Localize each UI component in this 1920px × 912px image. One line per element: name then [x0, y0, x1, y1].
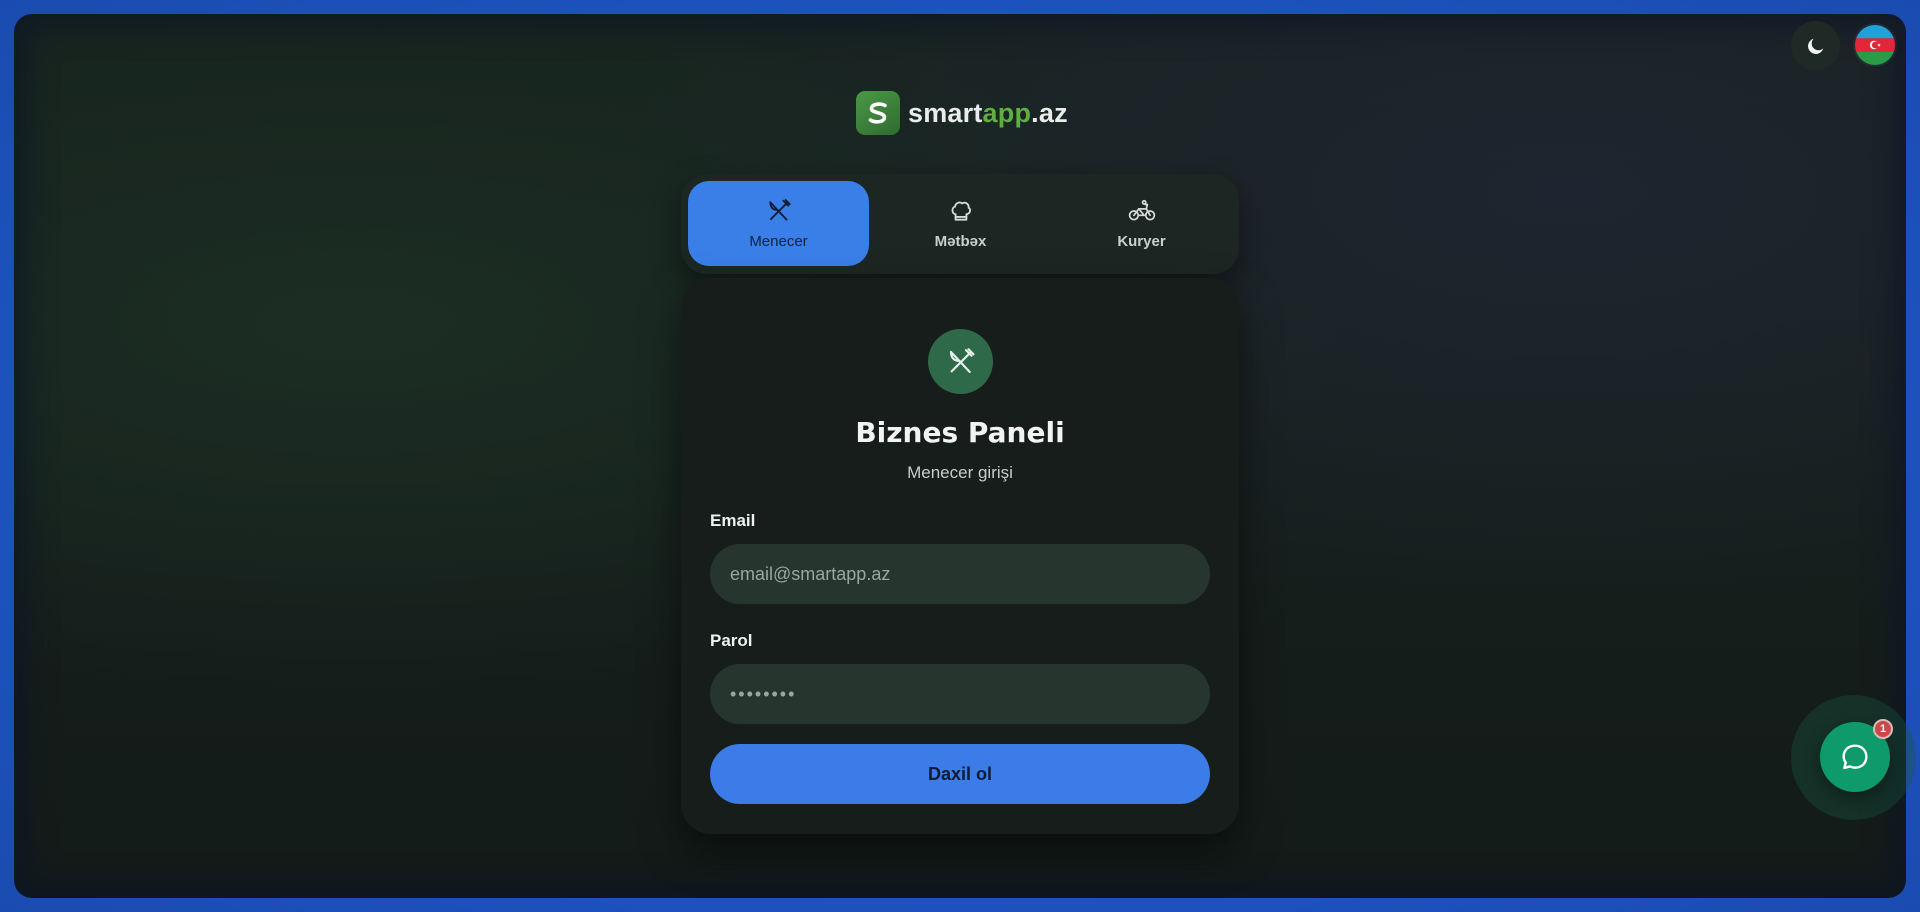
tab-label: Menecer [749, 232, 808, 250]
brand-logo: smartapp.az [856, 91, 1068, 135]
login-card: Biznes Paneli Menecer girişi Email Parol… [681, 278, 1239, 834]
page-subtitle: Menecer girişi [907, 463, 1013, 482]
moon-icon [1807, 38, 1823, 54]
language-selector[interactable] [1855, 25, 1895, 65]
chef-hat-icon [951, 201, 971, 221]
azerbaijan-flag-icon [1855, 25, 1895, 65]
logo-mark-icon [856, 91, 900, 135]
password-input[interactable] [710, 664, 1210, 724]
fork-knife-icon [949, 347, 975, 373]
tab-kuryer[interactable]: Kuryer [1051, 181, 1232, 266]
tab-metbex[interactable]: Mətbəx [870, 181, 1051, 266]
tab-label: Mətbəx [934, 232, 987, 250]
logo-wordmark: smartapp.az [908, 97, 1068, 128]
fork-knife-icon [768, 198, 791, 221]
role-tabs: Menecer Mətbəx Kuryer [681, 174, 1239, 274]
chat-bubble-icon [1842, 744, 1868, 770]
tab-menecer[interactable]: Menecer [688, 181, 869, 266]
unread-count-badge: 1 [1873, 719, 1893, 739]
theme-toggle-button[interactable] [1791, 21, 1840, 70]
bicycle-icon [1128, 199, 1155, 220]
email-input[interactable] [710, 544, 1210, 604]
email-label: Email [710, 511, 756, 530]
password-label: Parol [710, 631, 753, 650]
login-button[interactable]: Daxil ol [710, 744, 1210, 804]
page-title: Biznes Paneli [855, 416, 1065, 449]
role-badge [928, 329, 993, 394]
tab-label: Kuryer [1117, 232, 1166, 250]
